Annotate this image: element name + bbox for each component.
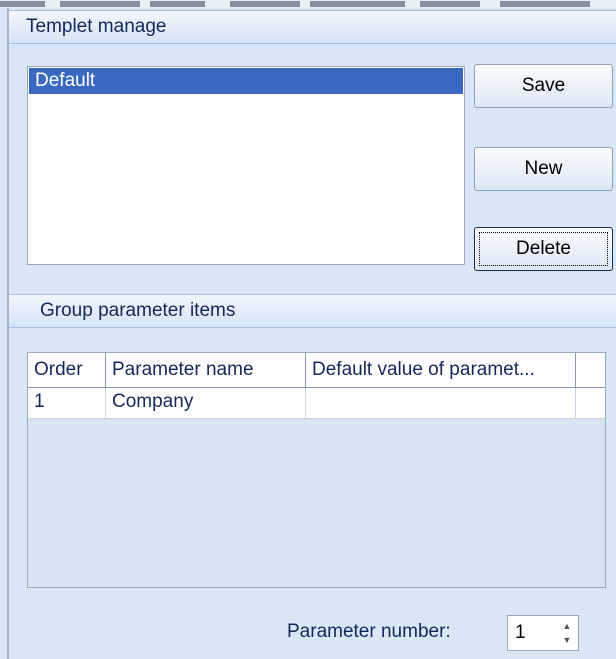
parameter-number-spinner[interactable]: 1 ▲ ▼ xyxy=(507,615,579,651)
column-header-order[interactable]: Order xyxy=(28,353,106,387)
spin-down-icon[interactable]: ▼ xyxy=(561,634,573,646)
spin-up-icon[interactable]: ▲ xyxy=(561,620,573,632)
cell-order[interactable]: 1 xyxy=(28,388,106,418)
clipped-top-bar xyxy=(0,0,616,8)
parameter-grid[interactable]: Order Parameter name Default value of pa… xyxy=(27,352,606,588)
cell-default-value[interactable] xyxy=(306,388,576,418)
templet-manage-panel: Templet manage Default Save New Delete xyxy=(9,10,616,280)
column-header-default-value[interactable]: Default value of paramet... xyxy=(306,353,576,387)
group-parameter-header: Group parameter items xyxy=(9,294,616,328)
cell-parameter-name[interactable]: Company xyxy=(106,388,306,418)
table-row[interactable]: 1 Company xyxy=(28,388,605,419)
save-button[interactable]: Save xyxy=(474,64,613,108)
parameter-number-label: Parameter number: xyxy=(287,621,451,642)
parameter-number-value[interactable]: 1 xyxy=(515,621,526,645)
template-listbox[interactable]: Default xyxy=(27,66,465,265)
templet-manage-header: Templet manage xyxy=(9,10,616,44)
grid-header-row: Order Parameter name Default value of pa… xyxy=(28,353,605,388)
new-button[interactable]: New xyxy=(474,147,613,191)
delete-button[interactable]: Delete xyxy=(474,227,613,271)
focus-ring xyxy=(479,232,608,266)
column-header-parameter-name[interactable]: Parameter name xyxy=(106,353,306,387)
template-item-default[interactable]: Default xyxy=(29,68,463,94)
